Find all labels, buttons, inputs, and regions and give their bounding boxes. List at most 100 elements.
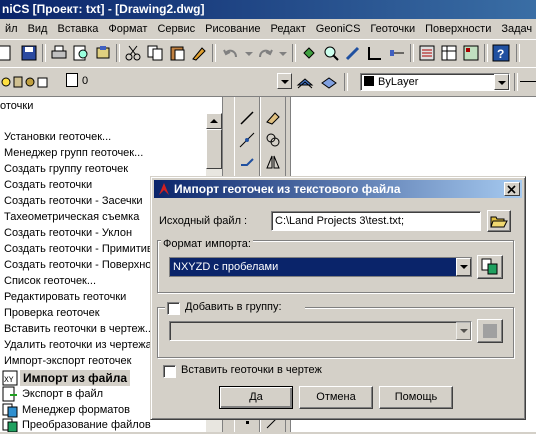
subitem-import-file[interactable]: Импорт из файла [20,370,130,386]
ucs-icon[interactable] [366,44,384,62]
scroll-thumb[interactable] [206,129,222,169]
import-format-label: Формат импорта: [161,238,253,250]
layer-combo[interactable]: 0 [0,73,292,91]
color-dropdown-button[interactable] [494,74,509,90]
import-format-value: NXYZD с пробелами [173,261,279,273]
toolbar-separator [116,44,120,62]
pick-icon[interactable] [344,44,362,62]
properties-icon[interactable] [418,44,436,62]
menu-draw[interactable]: Рисование [200,23,265,35]
pan-icon[interactable] [300,44,318,62]
copy-icon[interactable] [146,44,164,62]
help-icon[interactable]: ? [492,44,510,62]
source-file-input[interactable]: C:\Land Projects 3\test.txt; [271,211,481,231]
menu-surfaces[interactable]: Поверхности [420,23,496,35]
print-icon[interactable] [50,44,68,62]
zoom-icon[interactable] [322,44,340,62]
import-format-select[interactable]: NXYZD с пробелами [169,257,472,277]
folder-open-icon [490,216,508,228]
menu-item[interactable]: Редактировать геоточки [4,289,126,305]
close-button[interactable] [504,182,520,196]
menu-item[interactable]: Установки геоточек... [4,129,111,145]
design-center-icon[interactable] [440,44,458,62]
menu-item[interactable]: Удалить геоточки из чертежа [4,337,152,353]
publish-icon[interactable] [94,44,112,62]
dialog-title: Импорт геоточек из текстового файла [174,182,401,196]
construction-line-icon[interactable] [238,131,256,149]
window-title: niCS [Проект: txt] - [Drawing2.dwg] [2,2,205,16]
menu-item[interactable]: Проверка геоточек [4,305,100,321]
cancel-button[interactable]: Отмена [299,386,373,409]
import-dialog: Импорт геоточек из текстового файла Исхо… [150,176,526,420]
group-select[interactable] [169,321,472,341]
group-manager-button[interactable] [477,319,503,343]
add-group-checkbox[interactable] [167,302,180,315]
erase-icon[interactable] [264,109,282,127]
menu-item[interactable]: Менеджер групп геоточек... [4,145,143,161]
menu-item[interactable]: Создать геоточки - Засечки [4,193,143,209]
subitem-export-file[interactable]: Экспорт в файл [22,386,103,402]
toolbar-separator [344,73,348,91]
color-combo[interactable]: ByLayer [360,73,510,91]
layer-previous-icon[interactable] [296,73,314,91]
import-format-dropdown-button[interactable] [456,258,471,276]
group-dropdown-button[interactable] [456,322,471,340]
menu-item[interactable]: Импорт-экспорт геоточек [4,353,131,369]
insert-points-checkbox[interactable] [163,365,176,378]
help-button[interactable]: Помощь [379,386,453,409]
source-file-label: Исходный файл : [159,215,248,227]
line-icon[interactable] [238,109,256,127]
redo-icon[interactable] [256,44,274,62]
toolbar-separator [292,44,296,62]
paste-icon[interactable] [168,44,186,62]
window-title-bar: niCS [Проект: txt] - [Drawing2.dwg] [0,0,536,19]
polyline-icon[interactable] [238,153,256,171]
import-file-icon: XY [2,370,18,386]
preview-icon[interactable] [72,44,90,62]
menu-file[interactable]: йл [0,23,23,35]
subitem-format-manager[interactable]: Менеджер форматов [22,402,130,418]
cut-icon[interactable] [124,44,142,62]
toolbar-separator [516,44,520,62]
toolbar-separator [42,44,46,62]
menu-item[interactable]: Тахеометрическая съемка [4,209,139,225]
menu-item[interactable]: Создать геоточки - Примитив [4,241,153,257]
format-manager-button[interactable] [477,255,503,279]
svg-text:?: ? [497,47,504,61]
subitem-convert-files[interactable]: Преобразование файлов [22,417,151,432]
format-manager-icon [481,258,498,275]
menu-tools[interactable]: Сервис [152,23,200,35]
menu-item[interactable]: Создать геоточки - Уклон [4,225,132,241]
layer-manager-icon[interactable] [320,73,338,91]
menu-format[interactable]: Формат [103,23,152,35]
undo-icon[interactable] [222,44,240,62]
menu-item[interactable]: Создать геоточки [4,177,92,193]
scroll-up-button[interactable] [206,113,222,129]
menu-item[interactable]: Создать группу геоточек [4,161,128,177]
new-icon[interactable] [0,44,14,62]
layer-dropdown-button[interactable] [277,73,292,89]
match-properties-icon[interactable] [190,44,208,62]
tool-palettes-icon[interactable] [462,44,480,62]
save-icon[interactable] [20,44,38,62]
distance-icon[interactable] [388,44,406,62]
ok-button[interactable]: Да [219,386,293,409]
copy-object-icon[interactable] [264,131,282,149]
menu-item[interactable]: Создать геоточки - Поверхнос [4,257,157,273]
standard-toolbar: ? [0,39,536,69]
layers-toolbar: 0 ByLayer [0,67,536,97]
menu-modify[interactable]: Редакт [266,23,311,35]
menu-item[interactable]: Список геоточек... [4,273,96,289]
mirror-icon[interactable] [264,153,282,171]
add-group-label: Добавить в группу: [185,301,282,313]
menu-insert[interactable]: Вставка [52,23,103,35]
close-icon [507,185,516,194]
menu-view[interactable]: Вид [23,23,53,35]
menu-item[interactable]: Вставить геоточки в чертеж... [4,321,154,337]
group-manager-icon [483,324,497,338]
format-manager-icon [2,402,18,418]
browse-button[interactable] [487,210,511,232]
menu-geonics[interactable]: GeoniCS [311,23,366,35]
menu-geopoints[interactable]: Геоточки [365,23,420,35]
menu-tasks[interactable]: Задач [496,23,536,35]
